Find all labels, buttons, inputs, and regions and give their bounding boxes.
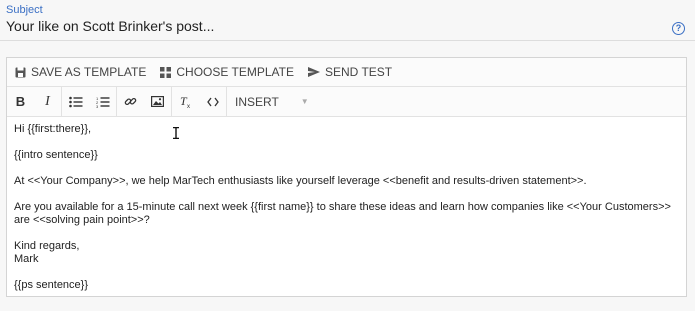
ps-line: {{ps sentence}}	[14, 279, 89, 291]
numbered-list-button[interactable]: 1 2 3	[89, 87, 116, 116]
help-icon[interactable]: ?	[672, 22, 685, 35]
bold-icon: B	[15, 94, 26, 109]
paragraph-1: At <<Your Company>>, we help MarTech ent…	[14, 175, 587, 187]
numbered-list-icon: 1 2 3	[96, 96, 109, 108]
clear-format-button[interactable]: T x	[172, 87, 199, 116]
format-toolbar: B I 1 2 3 T x INSERT ▼	[7, 87, 686, 117]
save-as-template-button[interactable]: SAVE AS TEMPLATE	[15, 65, 146, 79]
insert-dropdown[interactable]: INSERT ▼	[227, 87, 325, 116]
text-cursor-icon	[173, 127, 179, 139]
bullet-list-button[interactable]	[62, 87, 89, 116]
choose-template-button[interactable]: CHOOSE TEMPLATE	[160, 65, 294, 79]
signoff-block: Kind regards, Mark	[14, 240, 679, 266]
signature-line: Mark	[14, 253, 39, 265]
save-icon	[15, 67, 26, 77]
image-icon	[151, 96, 164, 107]
intro-line: {{intro sentence}}	[14, 149, 98, 161]
email-editor: SAVE AS TEMPLATE CHOOSE TEMPLATE SEND TE…	[6, 57, 687, 297]
link-button[interactable]	[117, 87, 144, 116]
clear-format-icon: T x	[180, 95, 190, 108]
send-test-button[interactable]: SEND TEST	[307, 65, 393, 79]
subject-underline	[0, 40, 695, 41]
paragraph-2: Are you available for a 15-minute call n…	[14, 201, 671, 226]
send-test-label: SEND TEST	[324, 65, 393, 79]
email-body[interactable]: Hi {{first:there}}, {{intro sentence}} A…	[7, 117, 686, 311]
bullet-list-icon	[68, 96, 82, 107]
image-button[interactable]	[144, 87, 171, 116]
italic-icon: I	[45, 93, 50, 109]
svg-text:3: 3	[96, 104, 99, 108]
link-icon	[124, 97, 137, 106]
grid-icon	[160, 66, 172, 78]
bold-button[interactable]: B	[7, 87, 34, 116]
greeting-line: Hi {{first:there}},	[14, 123, 92, 135]
choose-template-label: CHOOSE TEMPLATE	[176, 65, 294, 79]
signoff-line: Kind regards,	[14, 240, 80, 252]
svg-text:x: x	[187, 104, 190, 108]
code-button[interactable]	[199, 87, 226, 116]
subject-label: Subject	[6, 4, 43, 16]
insert-dropdown-label: INSERT	[235, 94, 279, 109]
template-toolbar: SAVE AS TEMPLATE CHOOSE TEMPLATE SEND TE…	[7, 58, 686, 87]
save-as-template-label: SAVE AS TEMPLATE	[31, 65, 147, 79]
italic-button[interactable]: I	[34, 87, 61, 116]
code-icon	[206, 97, 219, 106]
send-icon	[307, 67, 320, 77]
chevron-down-icon: ▼	[300, 97, 309, 106]
subject-input[interactable]: Your like on Scott Brinker's post...	[6, 18, 214, 34]
